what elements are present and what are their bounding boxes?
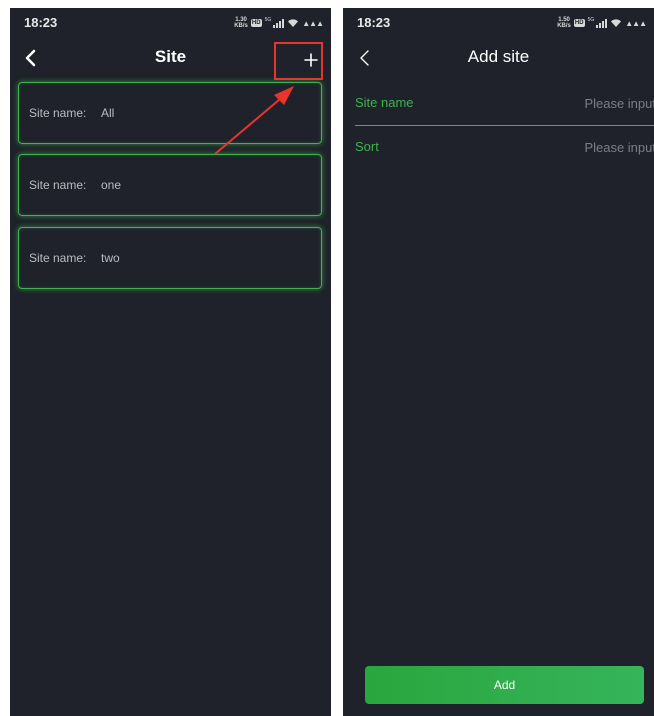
add-button[interactable]: Add: [365, 666, 644, 704]
network-type-label: 5G: [587, 17, 595, 23]
hd-icon: HD: [573, 19, 585, 27]
status-icons: 1.30 KB/s HD 5G ▲▲▲: [234, 17, 324, 29]
sort-label: Sort: [355, 139, 379, 154]
status-icons: 1.50 KB/s HD 5G ▲▲▲: [557, 17, 647, 29]
add-site-screen: 18:23 1.50 KB/s HD 5G ▲▲▲ Add site Site …: [343, 8, 654, 716]
network-speed: 1.30 KB/s: [234, 17, 248, 29]
status-time: 18:23: [357, 15, 391, 30]
plus-icon[interactable]: [304, 53, 318, 67]
site-name-label: Site name: [355, 95, 414, 110]
site-list-screen: 18:23 1.30 KB/s HD 5G ▲▲▲ Site Site name…: [10, 8, 331, 716]
site-card[interactable]: Site name: All: [18, 82, 322, 144]
wifi-icon: [288, 19, 299, 27]
header: Add site: [343, 36, 654, 80]
notification-icons: ▲▲▲: [302, 18, 324, 28]
signal-icon: [596, 18, 608, 28]
network-speed: 1.50 KB/s: [557, 17, 571, 29]
site-card-value: one: [101, 178, 122, 192]
site-card[interactable]: Site name: one: [18, 154, 322, 216]
site-card-value: two: [101, 251, 120, 265]
field-divider: [355, 125, 654, 126]
site-card[interactable]: Site name: two: [18, 227, 322, 289]
wifi-icon: [611, 19, 622, 27]
notification-icons: ▲▲▲: [625, 18, 647, 28]
page-title: Add site: [467, 47, 530, 66]
site-name-input[interactable]: [536, 92, 654, 114]
network-type-label: 5G: [264, 17, 272, 23]
site-card-label: Site name:: [29, 106, 87, 120]
sort-input[interactable]: [536, 136, 654, 158]
header: Site: [10, 36, 331, 80]
add-site-button[interactable]: [274, 42, 323, 80]
signal-icon: [273, 18, 285, 28]
hd-icon: HD: [250, 19, 262, 27]
site-card-value: All: [101, 106, 115, 120]
site-card-label: Site name:: [29, 251, 87, 265]
site-card-label: Site name:: [29, 178, 87, 192]
status-bar: 18:23 1.50 KB/s HD 5G ▲▲▲: [343, 8, 654, 36]
status-time: 18:23: [24, 15, 58, 30]
site-name-row: Site name: [355, 92, 654, 114]
status-bar: 18:23 1.30 KB/s HD 5G ▲▲▲: [10, 8, 331, 36]
sort-row: Sort: [355, 136, 654, 158]
